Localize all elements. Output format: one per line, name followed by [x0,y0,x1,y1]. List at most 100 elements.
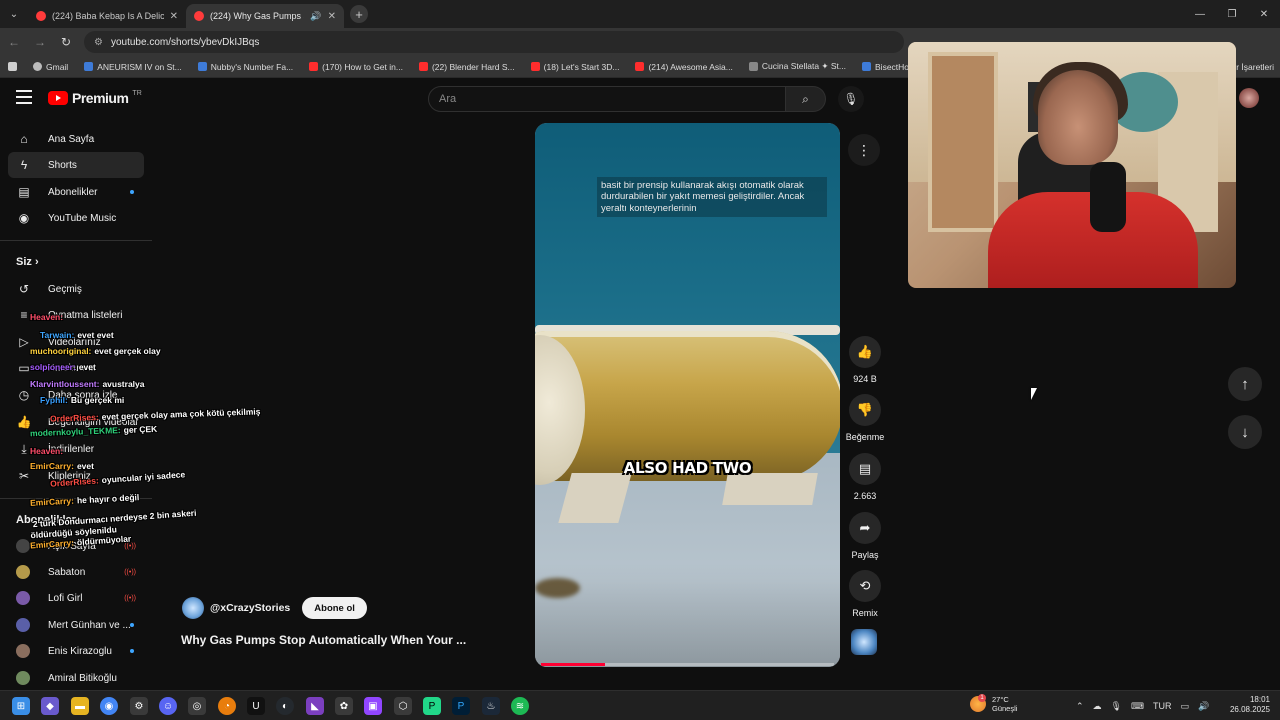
keyboard-icon[interactable]: ⌨ [1131,701,1144,712]
like-button[interactable]: 👍 924 B [842,336,888,384]
sidebar-item-courses[interactable]: ▭ Kurslarınız [8,355,144,381]
site-info-icon[interactable]: ⚙ [94,37,103,48]
bookmark-3d[interactable]: (18) Let's Start 3D... [523,62,628,72]
search-icon[interactable]: ⌕ [786,86,826,112]
video-title[interactable]: Why Gas Pumps Stop Automatically When Yo… [181,633,466,647]
sidebar-item-liked-videos[interactable]: 👍 Beğendiğim videolar [8,409,144,435]
sidebar-item-home[interactable]: ⌂ Ana Sayfa [8,126,144,152]
twitch-icon[interactable]: ▣ [364,697,382,715]
divider [0,240,152,241]
language-indicator[interactable]: TUR [1153,701,1172,711]
unity-icon[interactable]: ⬡ [394,697,412,715]
sidebar-item-your-videos[interactable]: ▷ Videolarınız [8,329,144,355]
bookmark-gmail[interactable]: Gmail [25,62,76,72]
minimize-icon[interactable]: — [1184,0,1216,28]
channel-avatar [16,671,30,685]
tab-search-chevron-icon[interactable]: ⌄ [0,0,28,28]
restore-icon[interactable]: ❐ [1216,0,1248,28]
remix-icon: ⟲ [849,570,881,602]
video-progress-bar[interactable] [541,663,834,666]
app-icon[interactable]: ◎ [188,697,206,715]
cloud-icon[interactable]: ☁ [1093,701,1102,712]
bookmark-aneurism[interactable]: ANEURISM IV on St... [76,62,190,72]
account-avatar[interactable] [1239,88,1259,108]
sidebar-item-downloads[interactable]: ⤓ İndirilenler [8,436,144,462]
sidebar-item-clips[interactable]: ✂ Klipleriniz [8,463,144,489]
reload-icon[interactable]: ↻ [54,30,78,54]
back-arrow-icon[interactable]: ← [2,30,26,54]
bookmark-cucina[interactable]: Cucina Stellata ✦ St... [741,61,854,72]
bookmark-nubby[interactable]: Nubby's Number Fa... [190,62,301,72]
chevron-up-icon[interactable]: ⌃ [1076,701,1084,712]
photoshop-icon[interactable]: P [452,697,470,715]
sidebar-item-playlists[interactable]: ≡ Oynatma listeleri [8,302,144,328]
app-icon[interactable]: ✿ [335,697,353,715]
channel-avatar[interactable] [182,597,204,619]
unreal-icon[interactable]: U [247,697,265,715]
channel-name[interactable]: @xCrazyStories [210,602,290,614]
clock[interactable]: 18:01 26.08.2025 [1226,695,1270,716]
sidebar-item-subscriptions[interactable]: ▤ Abonelikler [8,179,144,205]
youtube-play-icon [48,91,68,105]
volume-icon[interactable]: 🔊 [1198,701,1209,712]
shorts-video-player[interactable]: basit bir prensip kullanarak akışı otoma… [535,123,840,667]
sidebar-item-watch-later[interactable]: ◷ Daha sonra izle [8,382,144,408]
microphone-tray-icon[interactable]: 🎙 [1111,701,1122,712]
monitor-icon[interactable]: ▭ [1180,701,1189,712]
comments-button[interactable]: ▤ 2.663 [842,453,888,501]
steam-icon[interactable]: ♨ [482,697,500,715]
browser-tab-2[interactable]: (224) Why Gas Pumps Stop 🔊 ✕ [186,4,344,28]
copilot-icon[interactable]: ◆ [41,697,59,715]
sidebar-sub-channel[interactable]: Enis Kirazoglu [8,638,144,664]
file-explorer-icon[interactable]: ▬ [71,697,89,715]
translated-subtitle: basit bir prensip kullanarak akışı otoma… [597,177,827,218]
pycharm-icon[interactable]: P [423,697,441,715]
windows-start-icon[interactable]: ⊞ [12,697,30,715]
sidebar-item-shorts[interactable]: ϟ Shorts [8,152,144,178]
youtube-premium-logo[interactable]: Premium TR [48,90,142,106]
sidebar-sub-channel[interactable]: Amiral Bitikoğlu [8,665,144,691]
search-input[interactable]: Ara [428,86,786,112]
sidebar-sub-channel[interactable]: Lofi Girl ((•)) [8,585,144,611]
menu-icon[interactable] [16,90,32,104]
next-short-button[interactable]: ↓ [1228,415,1262,449]
blender-icon[interactable]: ◔ [218,697,236,715]
app-icon[interactable]: ⚙ [130,697,148,715]
close-tab-icon[interactable]: ✕ [328,11,336,22]
sound-thumbnail[interactable] [851,629,877,655]
new-tab-button[interactable]: + [350,5,368,23]
bookmark-how-to[interactable]: (170) How to Get in... [301,62,411,72]
browser-tab-1[interactable]: (224) Baba Kebap Is A Deliciou... ✕ [28,4,186,28]
chrome-icon[interactable]: ◉ [100,697,118,715]
clock-icon: ◷ [18,388,30,402]
close-tab-icon[interactable]: ✕ [170,11,178,22]
discord-icon[interactable]: ☺ [159,697,177,715]
apps-grid-icon[interactable] [0,62,25,71]
forward-arrow-icon[interactable]: → [28,30,52,54]
more-options-icon[interactable]: ⋮ [848,134,880,166]
previous-short-button[interactable]: ↑ [1228,367,1262,401]
close-window-icon[interactable]: ✕ [1248,0,1280,28]
subscribe-button[interactable]: Abone ol [302,597,367,619]
github-icon[interactable]: ◐ [276,697,294,715]
channel-row: @xCrazyStories Abone ol [182,597,367,619]
sidebar-item-youtube-music[interactable]: ◉ YouTube Music [8,205,144,231]
address-bar[interactable]: ⚙ youtube.com/shorts/ybevDkIJBqs [84,31,904,53]
remix-button[interactable]: ⟲ Remix [842,570,888,618]
section-you[interactable]: Siz › [16,256,39,268]
visual-studio-icon[interactable]: ◣ [306,697,324,715]
sidebar-sub-channel[interactable]: Mert Günhan ve ... [8,612,144,638]
bookmark-blender[interactable]: (22) Blender Hard S... [411,62,523,72]
speaker-icon[interactable]: 🔊 [310,11,321,22]
bisect-icon [862,62,872,71]
weather-widget[interactable]: 1 27°C Güneşli [970,694,1017,713]
spotify-icon[interactable]: ≋ [511,697,529,715]
bookmark-asia[interactable]: (214) Awesome Asia... [627,62,740,72]
channel-avatar [16,618,30,632]
sidebar-item-history[interactable]: ↺ Geçmiş [8,276,144,302]
dislike-button[interactable]: 👎 Beğenme [842,394,888,442]
sidebar-sub-channel[interactable]: Sabaton ((•)) [8,559,144,585]
sidebar-sub-channel[interactable]: Açık Sayfa ((•)) [8,533,144,559]
share-button[interactable]: ➦ Paylaş [842,512,888,560]
microphone-icon[interactable]: 🎙 [838,86,864,112]
